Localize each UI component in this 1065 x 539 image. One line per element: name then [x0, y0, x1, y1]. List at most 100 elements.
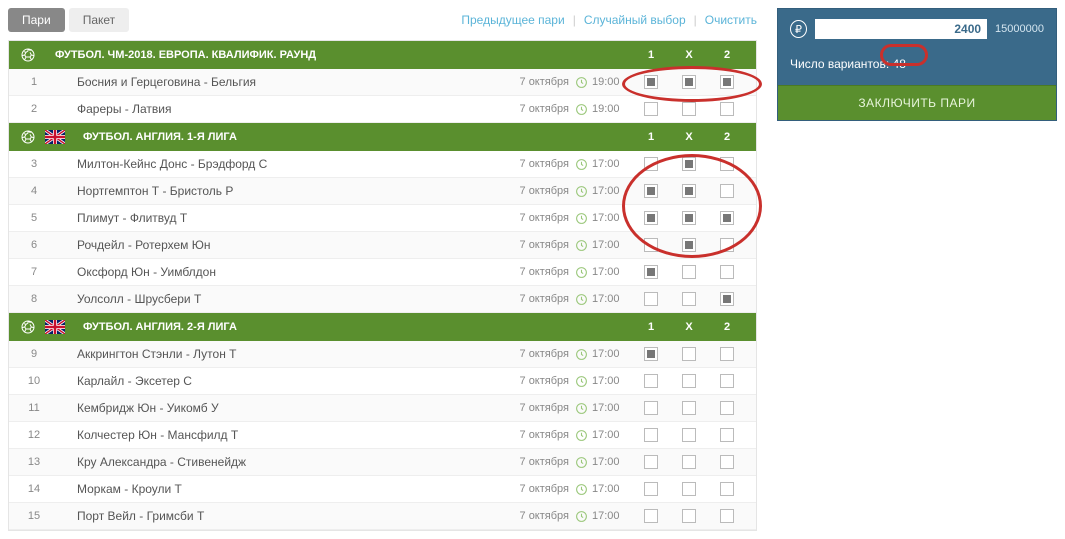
- outcome-checkbox-1[interactable]: [644, 211, 658, 225]
- clock-icon: [575, 239, 588, 252]
- outcome-checkbox-x[interactable]: [682, 401, 696, 415]
- match-date: 7 октября: [520, 375, 569, 387]
- clock-icon: [575, 185, 588, 198]
- outcome-checkbox-x[interactable]: [682, 102, 696, 116]
- match-row: 5 Плимут - Флитвуд Т 7 октября 17:00: [9, 205, 756, 232]
- outcome-checkbox-x[interactable]: [682, 428, 696, 442]
- outcome-checkbox-x[interactable]: [682, 347, 696, 361]
- group-header[interactable]: ФУТБОЛ. ЧМ-2018. ЕВРОПА. КВАЛИФИК. РАУНД…: [9, 41, 756, 69]
- match-name[interactable]: Карлайл - Эксетер С: [49, 374, 520, 388]
- match-time: 19:00: [592, 76, 632, 88]
- outcome-checkbox-1[interactable]: [644, 102, 658, 116]
- tab-paket[interactable]: Пакет: [69, 8, 129, 32]
- outcome-checkbox-1[interactable]: [644, 157, 658, 171]
- link-random-pick[interactable]: Случайный выбор: [584, 13, 686, 27]
- match-groups: ФУТБОЛ. ЧМ-2018. ЕВРОПА. КВАЛИФИК. РАУНД…: [8, 40, 757, 531]
- submit-bet-button[interactable]: ЗАКЛЮЧИТЬ ПАРИ: [778, 85, 1056, 120]
- outcome-checkbox-2[interactable]: [720, 75, 734, 89]
- match-number: 9: [19, 348, 49, 360]
- outcome-checkbox-1[interactable]: [644, 509, 658, 523]
- tab-pari[interactable]: Пари: [8, 8, 65, 32]
- outcome-checkbox-x[interactable]: [682, 482, 696, 496]
- match-name[interactable]: Плимут - Флитвуд Т: [49, 211, 520, 225]
- group-header[interactable]: ФУТБОЛ. АНГЛИЯ. 1-Я ЛИГА 1 X 2: [9, 123, 756, 151]
- match-name[interactable]: Порт Вейл - Гримсби Т: [49, 509, 520, 523]
- outcome-checkbox-1[interactable]: [644, 238, 658, 252]
- clock-icon: [575, 456, 588, 469]
- currency-icon: ₽: [790, 20, 807, 38]
- outcome-checkbox-2[interactable]: [720, 455, 734, 469]
- outcome-checkbox-x[interactable]: [682, 374, 696, 388]
- match-row: 15 Порт Вейл - Гримсби Т 7 октября 17:00: [9, 503, 756, 530]
- outcome-checkbox-2[interactable]: [720, 347, 734, 361]
- outcome-checkbox-x[interactable]: [682, 211, 696, 225]
- outcome-checkbox-x[interactable]: [682, 292, 696, 306]
- match-row: 6 Рочдейл - Ротерхем Юн 7 октября 17:00: [9, 232, 756, 259]
- outcome-checkbox-2[interactable]: [720, 482, 734, 496]
- outcome-checkbox-2[interactable]: [720, 238, 734, 252]
- match-time: 17:00: [592, 375, 632, 387]
- match-name[interactable]: Моркам - Кроули Т: [49, 482, 520, 496]
- bet-slip: ₽ 15000000 Число вариантов: 48 ЗАКЛЮЧИТЬ…: [777, 8, 1057, 121]
- outcome-checkbox-2[interactable]: [720, 428, 734, 442]
- match-time: 17:00: [592, 429, 632, 441]
- match-name[interactable]: Уолсолл - Шрусбери Т: [49, 292, 520, 306]
- outcome-checkbox-x[interactable]: [682, 75, 696, 89]
- match-time: 17:00: [592, 510, 632, 522]
- outcome-checkbox-x[interactable]: [682, 455, 696, 469]
- match-name[interactable]: Кру Александра - Стивенейдж: [49, 455, 520, 469]
- link-previous-bet[interactable]: Предыдущее пари: [461, 13, 564, 27]
- match-row: 11 Кембридж Юн - Уикомб У 7 октября 17:0…: [9, 395, 756, 422]
- match-name[interactable]: Фареры - Латвия: [49, 102, 520, 116]
- outcome-checkbox-2[interactable]: [720, 374, 734, 388]
- match-name[interactable]: Босния и Герцеговина - Бельгия: [49, 75, 520, 89]
- col-x: X: [670, 49, 708, 61]
- outcome-checkbox-1[interactable]: [644, 292, 658, 306]
- outcome-checkbox-x[interactable]: [682, 265, 696, 279]
- outcome-checkbox-2[interactable]: [720, 292, 734, 306]
- outcome-checkbox-1[interactable]: [644, 428, 658, 442]
- match-date: 7 октября: [520, 402, 569, 414]
- match-name[interactable]: Оксфорд Юн - Уимблдон: [49, 265, 520, 279]
- col-1: 1: [632, 321, 670, 333]
- match-number: 12: [19, 429, 49, 441]
- outcome-checkbox-2[interactable]: [720, 184, 734, 198]
- outcome-checkbox-x[interactable]: [682, 184, 696, 198]
- football-icon: [19, 318, 37, 336]
- outcome-checkbox-2[interactable]: [720, 211, 734, 225]
- match-name[interactable]: Милтон-Кейнс Донс - Брэдфорд С: [49, 157, 520, 171]
- match-number: 15: [19, 510, 49, 522]
- link-clear[interactable]: Очистить: [705, 13, 757, 27]
- match-name[interactable]: Нортгемптон Т - Бристоль Р: [49, 184, 520, 198]
- outcome-checkbox-1[interactable]: [644, 455, 658, 469]
- match-date: 7 октября: [520, 185, 569, 197]
- outcome-checkbox-1[interactable]: [644, 347, 658, 361]
- outcome-checkbox-x[interactable]: [682, 157, 696, 171]
- group-header[interactable]: ФУТБОЛ. АНГЛИЯ. 2-Я ЛИГА 1 X 2: [9, 313, 756, 341]
- match-date: 7 октября: [520, 456, 569, 468]
- outcome-checkbox-2[interactable]: [720, 265, 734, 279]
- clock-icon: [575, 510, 588, 523]
- outcome-checkbox-2[interactable]: [720, 401, 734, 415]
- match-name[interactable]: Кембридж Юн - Уикомб У: [49, 401, 520, 415]
- outcome-checkbox-1[interactable]: [644, 184, 658, 198]
- outcome-checkbox-1[interactable]: [644, 482, 658, 496]
- slip-stake-row: ₽ 15000000: [778, 9, 1056, 49]
- outcome-checkbox-2[interactable]: [720, 157, 734, 171]
- outcome-checkbox-2[interactable]: [720, 102, 734, 116]
- outcome-checkbox-2[interactable]: [720, 509, 734, 523]
- match-time: 17:00: [592, 456, 632, 468]
- outcome-checkbox-x[interactable]: [682, 509, 696, 523]
- stake-input[interactable]: [815, 19, 987, 39]
- outcome-checkbox-1[interactable]: [644, 265, 658, 279]
- outcome-checkbox-1[interactable]: [644, 374, 658, 388]
- outcome-checkbox-x[interactable]: [682, 238, 696, 252]
- match-name[interactable]: Аккрингтон Стэнли - Лутон Т: [49, 347, 520, 361]
- football-icon: [19, 128, 37, 146]
- outcome-checkbox-1[interactable]: [644, 401, 658, 415]
- match-name[interactable]: Рочдейл - Ротерхем Юн: [49, 238, 520, 252]
- match-row: 2 Фареры - Латвия 7 октября 19:00: [9, 96, 756, 123]
- outcome-checkbox-1[interactable]: [644, 75, 658, 89]
- match-name[interactable]: Колчестер Юн - Мансфилд Т: [49, 428, 520, 442]
- match-row: 10 Карлайл - Эксетер С 7 октября 17:00: [9, 368, 756, 395]
